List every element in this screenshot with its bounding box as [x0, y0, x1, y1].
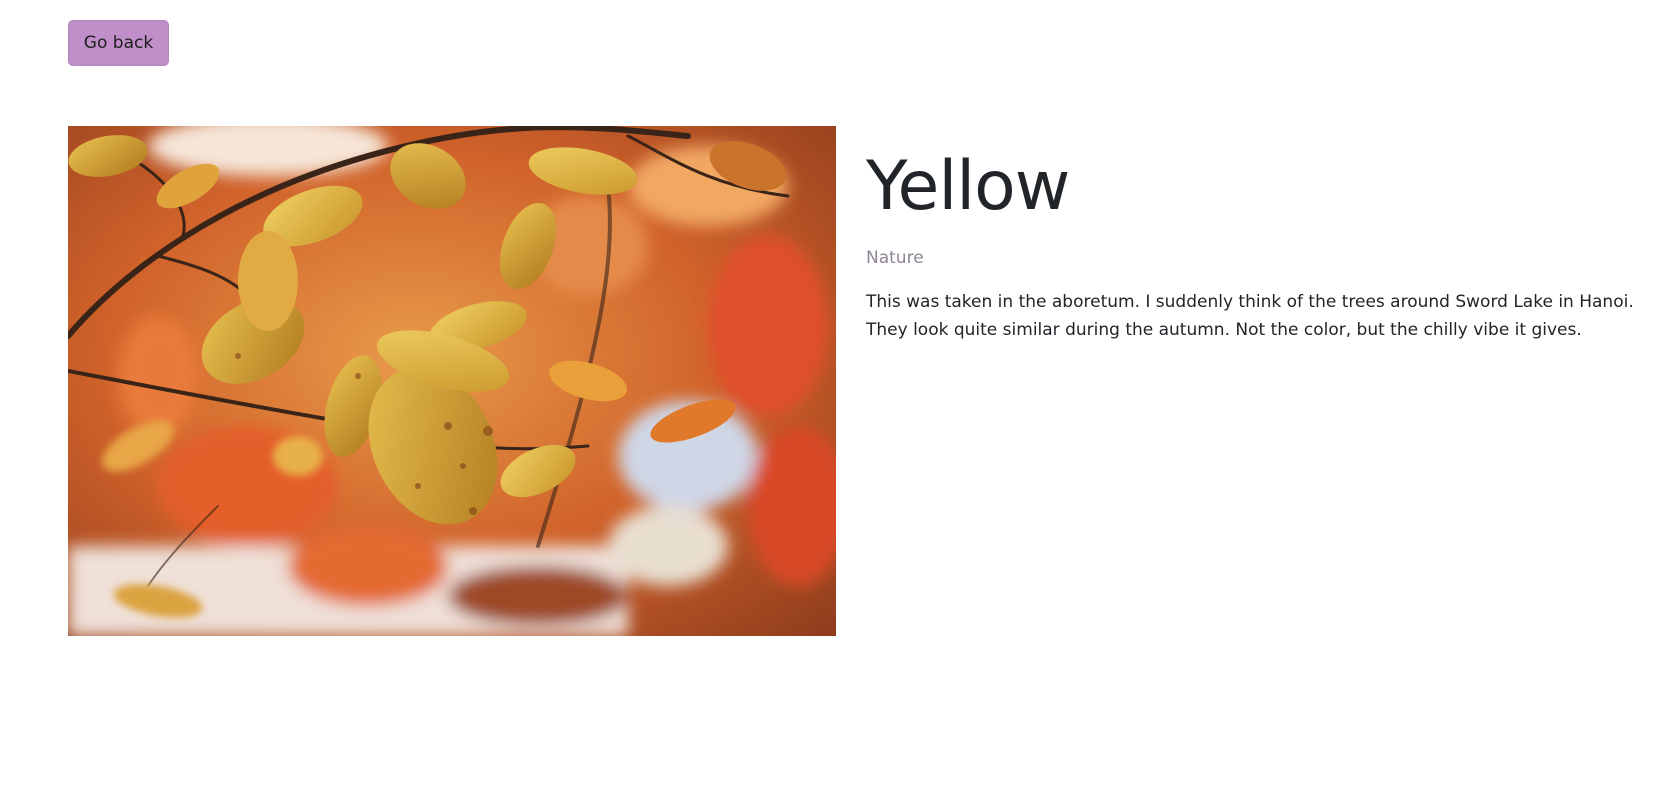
autumn-leaves-image: [68, 126, 836, 636]
post-description: This was taken in the aboretum. I sudden…: [866, 292, 1634, 341]
go-back-button[interactable]: Go back: [68, 20, 169, 66]
post-category: Nature: [866, 248, 924, 269]
post-detail-page: Go back Yellow Nature This was taken in …: [0, 0, 1676, 809]
post-photo: [68, 126, 836, 636]
post-details: Yellow Nature This was taken in the abor…: [866, 147, 1656, 344]
post-title: Yellow: [866, 147, 1070, 226]
